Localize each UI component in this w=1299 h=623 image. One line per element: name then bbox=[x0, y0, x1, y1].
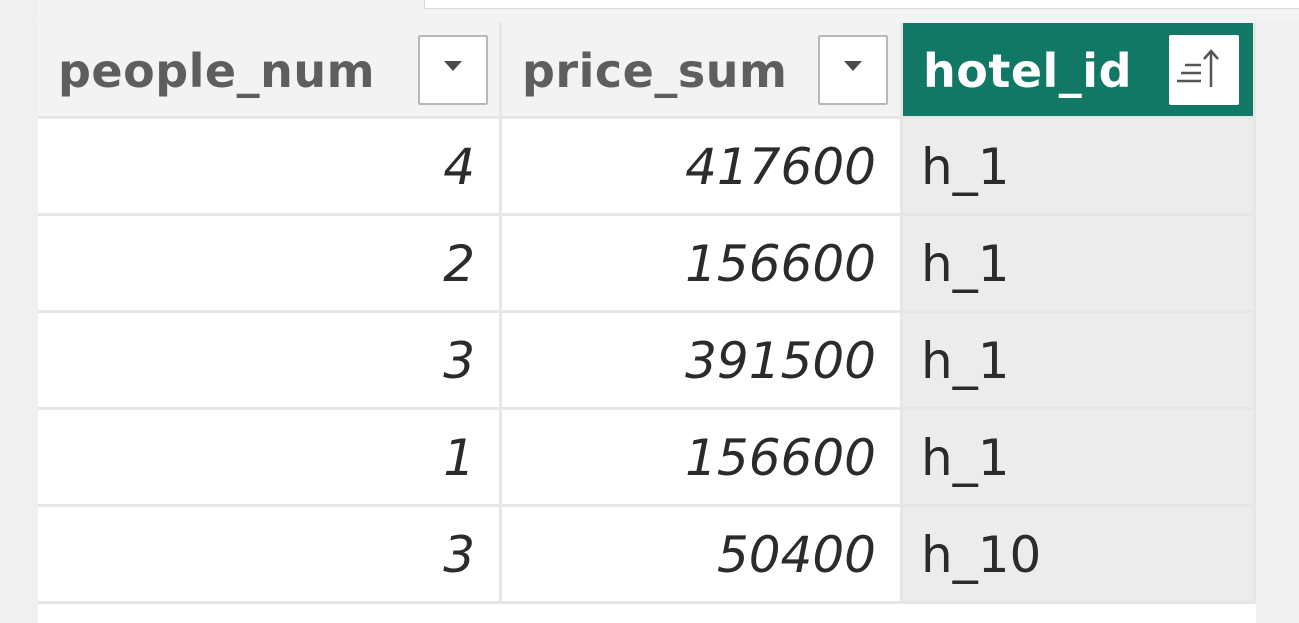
data-grid: people_num 4 2 3 1 3 price_sum 417600 15… bbox=[38, 23, 1256, 623]
cell-value: h_1 bbox=[921, 138, 1010, 196]
cell-value: 156600 bbox=[685, 429, 876, 487]
table-cell[interactable]: h_10 bbox=[903, 507, 1256, 604]
filter-dropdown-button[interactable] bbox=[418, 35, 488, 105]
cell-value: 3 bbox=[443, 526, 475, 584]
column-header-label: people_num bbox=[58, 44, 376, 98]
column-hotel-id: hotel_id h_1 h_1 h_1 h_1 h_10 bbox=[903, 23, 1256, 623]
cell-value: h_1 bbox=[921, 332, 1010, 390]
cell-value: 1 bbox=[443, 429, 475, 487]
formula-bar[interactable] bbox=[424, 0, 1299, 9]
column-header-label: price_sum bbox=[522, 44, 788, 98]
sort-filter-button[interactable] bbox=[1169, 35, 1239, 105]
cell-value: 4 bbox=[443, 138, 475, 196]
cell-value: 391500 bbox=[685, 332, 876, 390]
table-cell[interactable]: h_1 bbox=[903, 410, 1256, 507]
table-cell[interactable]: 50400 bbox=[502, 507, 903, 604]
table-cell[interactable]: 4 bbox=[38, 119, 502, 216]
cell-value: h_10 bbox=[921, 526, 1042, 584]
table-cell[interactable]: 391500 bbox=[502, 313, 903, 410]
cell-value: 156600 bbox=[685, 235, 876, 293]
table-cell[interactable]: 1 bbox=[38, 410, 502, 507]
sort-ascending-icon bbox=[1177, 49, 1219, 87]
column-price-sum: price_sum 417600 156600 391500 156600 50… bbox=[502, 23, 903, 623]
filter-dropdown-icon bbox=[844, 61, 862, 71]
cell-value: h_1 bbox=[921, 235, 1010, 293]
formula-bar-area bbox=[38, 0, 1299, 22]
table-cell[interactable]: h_1 bbox=[903, 119, 1256, 216]
filter-dropdown-button[interactable] bbox=[818, 35, 888, 105]
table-cell[interactable]: 417600 bbox=[502, 119, 903, 216]
filter-dropdown-icon bbox=[444, 61, 462, 71]
table-cell[interactable]: 3 bbox=[38, 507, 502, 604]
table-cell[interactable]: 156600 bbox=[502, 216, 903, 313]
cell-value: 2 bbox=[443, 235, 475, 293]
cell-value: 3 bbox=[443, 332, 475, 390]
table-cell[interactable]: h_1 bbox=[903, 313, 1256, 410]
table-cell[interactable]: 2 bbox=[38, 216, 502, 313]
table-cell[interactable]: 156600 bbox=[502, 410, 903, 507]
column-header-price-sum[interactable]: price_sum bbox=[502, 23, 903, 119]
table-cell[interactable]: 3 bbox=[38, 313, 502, 410]
cell-value: h_1 bbox=[921, 429, 1010, 487]
column-header-people-num[interactable]: people_num bbox=[38, 23, 502, 119]
column-people-num: people_num 4 2 3 1 3 bbox=[38, 23, 502, 623]
cell-value: 417600 bbox=[685, 138, 876, 196]
column-header-hotel-id[interactable]: hotel_id bbox=[903, 23, 1256, 119]
cell-value: 50400 bbox=[716, 526, 876, 584]
table-cell[interactable]: h_1 bbox=[903, 216, 1256, 313]
column-header-label: hotel_id bbox=[923, 44, 1133, 98]
